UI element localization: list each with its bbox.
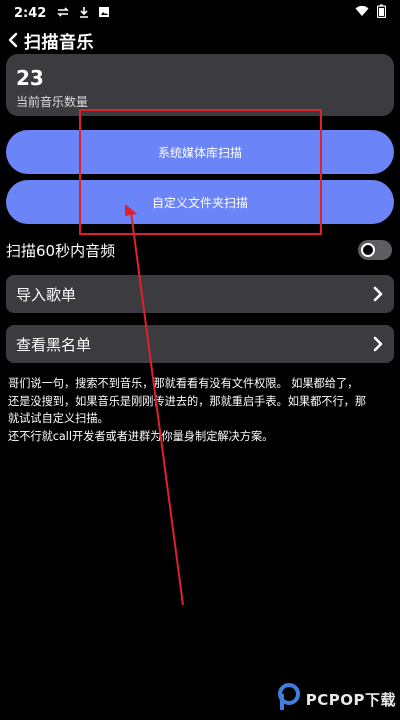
scan-short-audio-toggle[interactable] — [358, 240, 392, 260]
image-icon — [98, 6, 110, 21]
music-count-label: 当前音乐数量 — [16, 95, 89, 109]
status-bar: 2:42 — [0, 0, 400, 26]
toggle-knob — [361, 243, 375, 257]
music-count-value: 23 — [16, 66, 44, 90]
scan-music-screen: 2:42 扫描音乐 23 当前音乐数量 系统媒体库扫描 自定义文件夹扫描 扫描6… — [0, 0, 400, 720]
header: 扫描音乐 — [0, 26, 400, 54]
wifi-icon — [355, 5, 369, 21]
pcpop-logo-icon — [276, 682, 302, 716]
download-icon — [78, 6, 90, 21]
custom-folder-scan-button[interactable]: 自定义文件夹扫描 — [6, 180, 394, 224]
help-line: 还不行就call开发者或者进群为你量身制定解决方案。 — [8, 429, 274, 443]
view-blacklist-label: 查看黑名单 — [16, 335, 92, 354]
help-line: 哥们说一句，搜索不到音乐，那就看看有没有文件权限。 如果都给了， — [8, 377, 359, 390]
scan-short-audio-row: 扫描60秒内音频 — [6, 236, 392, 264]
view-blacklist-row[interactable]: 查看黑名单 — [6, 325, 394, 363]
system-media-scan-button[interactable]: 系统媒体库扫描 — [6, 130, 394, 174]
chevron-left-icon[interactable] — [4, 29, 22, 51]
battery-icon — [376, 4, 387, 22]
import-playlist-label: 导入歌单 — [16, 285, 77, 304]
music-count-card: 23 当前音乐数量 — [6, 54, 394, 116]
watermark: PCPOP下载 — [276, 682, 396, 716]
watermark-text: PCPOP下载 — [305, 690, 396, 709]
scan-short-audio-label: 扫描60秒内音频 — [6, 241, 116, 260]
status-right-icons — [355, 4, 387, 22]
chevron-right-icon — [372, 286, 384, 302]
status-time: 2:42 — [14, 5, 47, 21]
help-text: 哥们说一句，搜索不到音乐，那就看看有没有文件权限。 如果都给了， 还是没搜到，如… — [8, 375, 394, 445]
import-playlist-row[interactable]: 导入歌单 — [6, 275, 394, 313]
sync-icon — [56, 6, 70, 21]
page-title: 扫描音乐 — [24, 32, 94, 53]
chevron-right-icon — [372, 336, 384, 352]
help-line: 还是没搜到，如果音乐是刚刚传进去的，那就重启手表。如果都不行，那 — [8, 394, 367, 408]
help-line: 就试试自定义扫描。 — [8, 412, 109, 425]
